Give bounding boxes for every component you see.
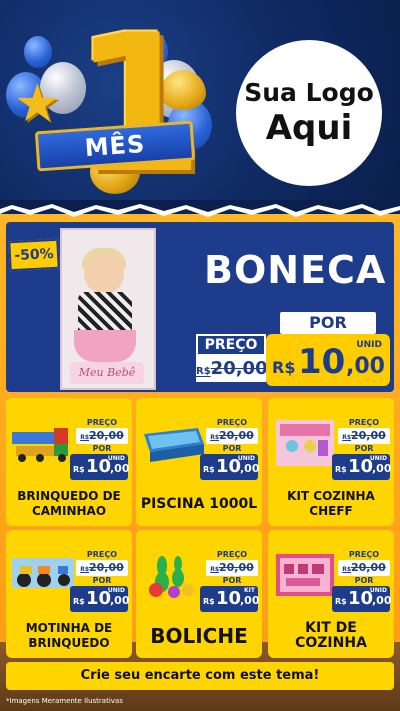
currency: R$ <box>335 465 347 474</box>
old-currency: R$ <box>342 566 351 573</box>
unit-label: UNID <box>107 587 125 594</box>
new-price: R$ 10,00 UNID <box>332 454 392 480</box>
old-currency: R$ <box>80 434 89 441</box>
price-integer: 10 <box>216 588 242 609</box>
old-price-value: 20,00 <box>89 429 124 442</box>
doll-box-label: Meu Bebê <box>70 362 144 384</box>
logo-placeholder[interactable]: Sua Logo Aqui <box>236 40 382 186</box>
product-card[interactable]: PREÇO R$20,00 POR R$ 10,00 UNID PISCINA 10… <box>136 398 262 526</box>
old-price: R$20,00 <box>206 560 258 576</box>
month-label: MÊS <box>83 129 147 163</box>
old-currency: R$ <box>196 366 211 377</box>
new-price: R$ 10,00 UNID <box>332 586 392 612</box>
price-cents: ,00 <box>240 462 260 475</box>
product-card[interactable]: PREÇO R$20,00 POR R$ 10,00 UNID MOTINHA DE… <box>6 530 132 658</box>
new-price: R$ 10,00 UNID <box>200 454 260 480</box>
new-price: R$ 10,00 UNID <box>70 454 130 480</box>
por-label: POR <box>222 576 242 585</box>
preco-label: PREÇO <box>86 550 118 559</box>
price-cents: ,00 <box>372 462 392 475</box>
product-name: PISCINA 1000L <box>140 495 258 512</box>
price-integer: 10 <box>298 342 346 382</box>
hero-por-label: POR <box>280 312 376 334</box>
doll-product-image[interactable]: Meu Bebê <box>60 228 156 390</box>
preco-label: PREÇO <box>216 418 248 427</box>
product-card[interactable]: PREÇO R$20,00 POR R$ 10,00 KIT BOLICHE <box>136 530 262 658</box>
product-card[interactable]: PREÇO R$20,00 POR R$ 10,00 UNID KIT COZINH… <box>268 398 394 526</box>
currency: R$ <box>203 597 215 606</box>
product-card[interactable]: PREÇO R$20,00 POR R$ 10,00 UNID KIT DE COZ… <box>268 530 394 658</box>
old-price: R$20,00 <box>206 428 258 444</box>
preco-label: PREÇO <box>348 550 380 559</box>
price-cents: ,00 <box>346 354 385 379</box>
por-label: POR <box>92 444 112 453</box>
preco-label: PREÇO <box>216 550 248 559</box>
old-price-value: 20,00 <box>210 358 268 379</box>
old-currency: R$ <box>342 434 351 441</box>
price-cents: ,00 <box>110 462 130 475</box>
preco-label: PREÇO <box>348 418 380 427</box>
toy-motorcycles-image <box>12 558 74 588</box>
pool-image <box>144 428 204 462</box>
unit-label: KIT <box>244 587 255 594</box>
old-price-value: 20,00 <box>219 561 254 574</box>
doll-skirt <box>74 330 136 362</box>
logo-line-2: Aqui <box>265 108 353 148</box>
old-price-value: 20,00 <box>351 429 386 442</box>
doll-head <box>84 254 124 294</box>
cta-banner[interactable]: Crie seu encarte com este tema! <box>6 662 394 690</box>
unit-label: UNID <box>107 455 125 462</box>
header-banner: 1 ★ MÊS Sua Logo Aqui <box>0 0 400 208</box>
currency: R$ <box>335 597 347 606</box>
torn-paper-edge <box>0 200 400 217</box>
unit-label: UNID <box>369 455 387 462</box>
old-price: R$20,00 <box>76 560 128 576</box>
product-name: BRINQUEDO DE CAMINHAO <box>17 489 121 518</box>
currency: R$ <box>73 465 85 474</box>
product-name: MOTINHA DE BRINQUEDO <box>25 621 113 650</box>
product-name: KIT DE COZINHA <box>295 620 367 651</box>
old-currency: R$ <box>210 434 219 441</box>
balloon-icon <box>24 36 52 68</box>
hero-old-price: R$20,00 <box>196 356 268 382</box>
hero-title: BONECA <box>204 248 387 292</box>
currency: R$ <box>73 597 85 606</box>
unit-label: UNID <box>369 587 387 594</box>
unit-label: UNID <box>237 455 255 462</box>
old-price-value: 20,00 <box>351 561 386 574</box>
logo-line-1: Sua Logo <box>244 78 374 107</box>
product-card[interactable]: PREÇO R$20,00 POR R$ 10,00 UNID BRINQUEDO … <box>6 398 132 526</box>
old-price: R$20,00 <box>338 428 390 444</box>
toy-trucks-image <box>12 428 68 462</box>
price-cents: ,00 <box>240 594 260 607</box>
old-currency: R$ <box>210 566 219 573</box>
currency: R$ <box>203 465 215 474</box>
por-label: POR <box>222 444 242 453</box>
product-name: BOLICHE <box>150 623 248 648</box>
disclaimer-note: *Imagens Meramente Ilustrativas <box>6 697 123 705</box>
old-price: R$20,00 <box>76 428 128 444</box>
discount-badge: -50% <box>8 238 60 272</box>
old-price: R$20,00 <box>338 560 390 576</box>
currency: R$ <box>272 358 296 377</box>
por-label: POR <box>354 444 374 453</box>
old-price-value: 20,00 <box>89 561 124 574</box>
kitchen-kit-image <box>276 554 334 596</box>
por-label: POR <box>92 576 112 585</box>
hero-new-price: R$ 10 ,00 UNID <box>266 334 390 386</box>
preco-label: PREÇO <box>86 418 118 427</box>
new-price: R$ 10,00 KIT <box>200 586 260 612</box>
bowling-set-image <box>149 556 194 598</box>
new-price: R$ 10,00 UNID <box>70 586 130 612</box>
por-label: POR <box>354 576 374 585</box>
unit-label: UNID <box>356 340 382 350</box>
old-currency: R$ <box>80 566 89 573</box>
kitchen-set-image <box>276 420 334 466</box>
hero-preco-label: PREÇO <box>196 334 266 356</box>
price-cents: ,00 <box>110 594 130 607</box>
old-price-value: 20,00 <box>219 429 254 442</box>
star-icon: ★ <box>14 74 61 134</box>
product-name: KIT COZINHA CHEFF <box>287 489 375 518</box>
price-cents: ,00 <box>372 594 392 607</box>
